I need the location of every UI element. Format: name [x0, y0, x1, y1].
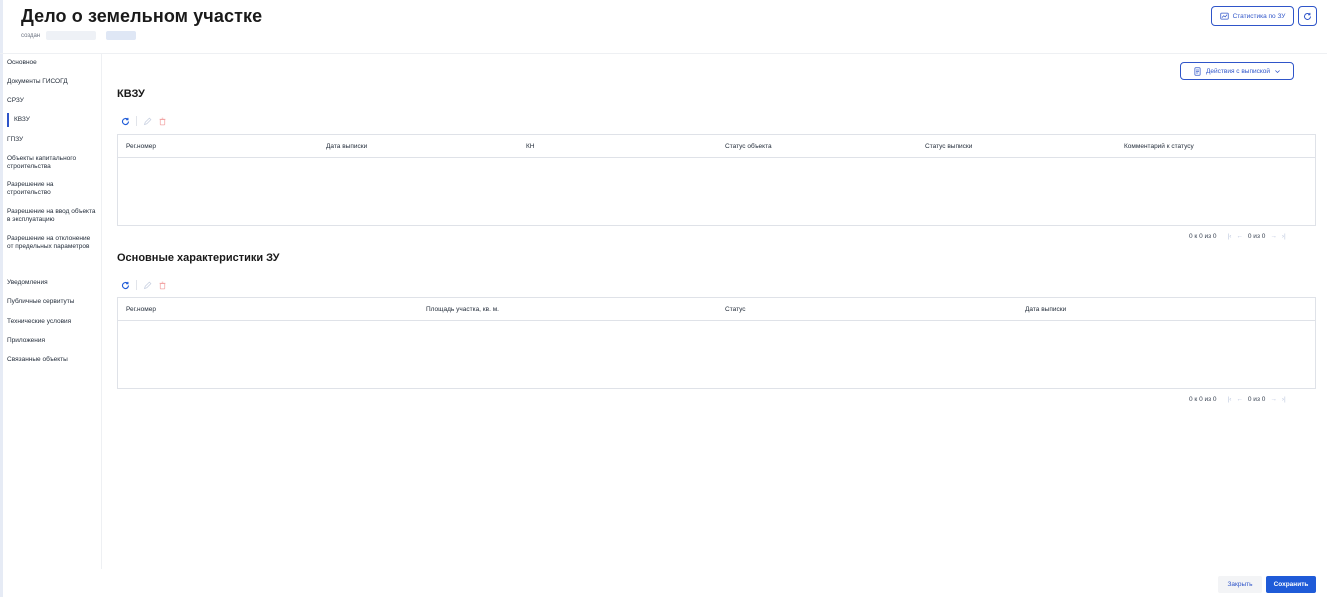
column-header[interactable]: Статус объекта — [725, 143, 772, 150]
refresh-icon[interactable] — [121, 117, 130, 126]
page-title: Дело о земельном участке — [21, 6, 263, 26]
column-header[interactable]: КН — [526, 143, 534, 150]
stats-button-label: Статистика по ЗУ — [1232, 12, 1286, 20]
main-chars-table-header: Рег.номер Площадь участка, кв. м. Статус… — [118, 298, 1315, 321]
next-page-icon[interactable]: → — [1270, 233, 1277, 240]
extract-actions-button[interactable]: Действия с выпиской — [1180, 62, 1294, 80]
sidebar-item-tech-conditions[interactable]: Технические условия — [7, 318, 99, 326]
kvzu-table: Рег.номер Дата выписки КН Статус объекта… — [117, 134, 1316, 226]
column-header[interactable]: Статус выписки — [925, 143, 972, 150]
kvzu-section-title: КВЗУ — [117, 88, 145, 100]
sidebar-item-related[interactable]: Связанные объекты — [7, 356, 99, 364]
chevron-down-icon — [1274, 68, 1281, 75]
sidebar-item-srzu[interactable]: СРЗУ — [7, 97, 99, 105]
trash-icon[interactable] — [158, 281, 167, 290]
created-info: создан — [21, 31, 137, 40]
toolbar-separator — [136, 116, 137, 126]
created-author-redacted — [46, 31, 97, 40]
pencil-icon[interactable] — [143, 281, 152, 290]
sidebar — [0, 54, 102, 569]
column-header[interactable]: Дата выписки — [1025, 306, 1066, 313]
refresh-icon[interactable] — [121, 281, 130, 290]
prev-page-icon[interactable]: ← — [1236, 396, 1243, 403]
created-label: создан — [21, 32, 41, 39]
prev-page-icon[interactable]: ← — [1236, 233, 1243, 240]
main-chars-table: Рег.номер Площадь участка, кв. м. Статус… — [117, 297, 1316, 389]
main-chars-toolbar — [121, 280, 167, 290]
next-page-icon[interactable]: → — [1270, 396, 1277, 403]
kvzu-table-header: Рег.номер Дата выписки КН Статус объекта… — [118, 135, 1315, 158]
sidebar-item-easements[interactable]: Публичные сервитуты — [7, 298, 99, 306]
page-header: Дело о земельном участке создан Статисти… — [0, 0, 1327, 54]
pager-range: 0 к 0 из 0 — [1189, 396, 1217, 403]
sidebar-active-indicator — [7, 113, 9, 127]
sidebar-item-osnovnoe[interactable]: Основное — [7, 59, 99, 67]
chart-icon — [1219, 12, 1229, 21]
extract-actions-label: Действия с выпиской — [1205, 67, 1271, 75]
refresh-page-button[interactable] — [1298, 6, 1317, 26]
column-header[interactable]: Площадь участка, кв. м. — [426, 306, 499, 313]
column-header[interactable]: Рег.номер — [126, 143, 156, 150]
first-page-icon[interactable]: |‹ — [1228, 396, 1232, 403]
column-header[interactable]: Дата выписки — [326, 143, 367, 150]
sidebar-item-documents[interactable]: Документы ГИСОГД — [7, 78, 99, 86]
first-page-icon[interactable]: |‹ — [1228, 233, 1232, 240]
close-button[interactable]: Закрыть — [1218, 576, 1262, 593]
column-header[interactable]: Рег.номер — [126, 306, 156, 313]
toolbar-separator — [136, 280, 137, 290]
pager-range: 0 к 0 из 0 — [1189, 233, 1217, 240]
kvzu-pagination: 0 к 0 из 0 |‹ ← 0 из 0 → ›| — [1189, 233, 1286, 240]
trash-icon[interactable] — [158, 117, 167, 126]
pencil-icon[interactable] — [143, 117, 152, 126]
main-chars-section-title: Основные характеристики ЗУ — [117, 252, 280, 264]
sidebar-item-build-permit[interactable]: Разрешение на строительство — [7, 181, 99, 197]
sidebar-item-deviation-permit[interactable]: Разрешение на отклонение от предельных п… — [7, 235, 95, 251]
column-header[interactable]: Статус — [725, 306, 746, 313]
last-page-icon[interactable]: ›| — [1282, 233, 1286, 240]
sidebar-item-kvzu[interactable]: КВЗУ — [14, 116, 106, 124]
created-date-redacted — [106, 31, 137, 40]
sidebar-item-notifications[interactable]: Уведомления — [7, 279, 99, 287]
main-chars-pagination: 0 к 0 из 0 |‹ ← 0 из 0 → ›| — [1189, 396, 1286, 403]
sidebar-item-commission-permit[interactable]: Разрешение на ввод объекта в эксплуатаци… — [7, 208, 99, 224]
save-button[interactable]: Сохранить — [1266, 576, 1316, 593]
sidebar-item-gpzu[interactable]: ГПЗУ — [7, 136, 99, 144]
pager-pages: 0 из 0 — [1247, 233, 1266, 240]
last-page-icon[interactable]: ›| — [1282, 396, 1286, 403]
sidebar-item-oks[interactable]: Объекты капитального строительства — [7, 155, 99, 171]
column-header[interactable]: Комментарий к статусу — [1124, 143, 1194, 150]
kvzu-toolbar — [121, 116, 167, 126]
document-icon — [1193, 66, 1202, 76]
stats-button[interactable]: Статистика по ЗУ — [1211, 6, 1294, 26]
refresh-icon — [1303, 12, 1312, 21]
sidebar-item-attachments[interactable]: Приложения — [7, 337, 99, 345]
pager-pages: 0 из 0 — [1247, 396, 1266, 403]
